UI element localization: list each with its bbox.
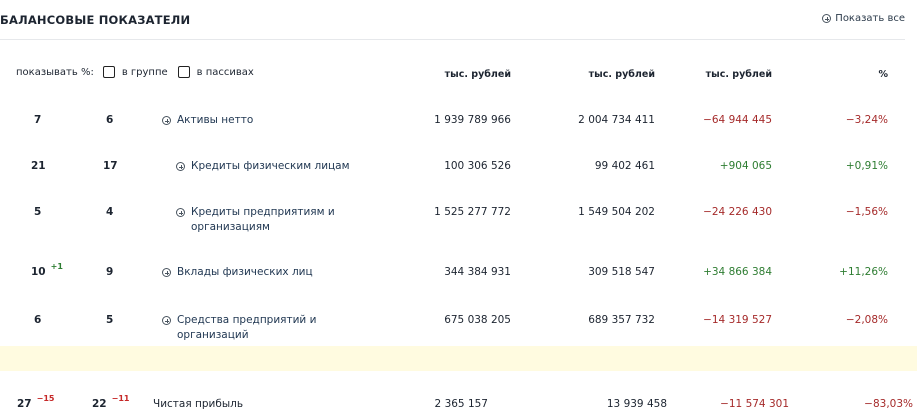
previous-value: 2 004 734 411 — [578, 114, 655, 126]
expand-icon[interactable] — [162, 268, 171, 277]
change-percent: +0,91% — [845, 160, 888, 172]
current-value: 1 939 789 966 — [434, 114, 511, 126]
rank-group: 17 — [103, 160, 118, 172]
rank-group: 22 −11 — [92, 394, 130, 410]
header-divider — [0, 39, 905, 40]
row-name-label: Чистая прибыль — [153, 398, 244, 410]
change-value: −14 319 527 — [703, 314, 772, 326]
change-percent: +11,26% — [839, 266, 888, 278]
row-name[interactable]: Кредиты физическим лицам — [176, 159, 396, 174]
in-liabilities-checkbox[interactable] — [177, 66, 190, 78]
rank-group: 9 — [106, 266, 114, 278]
show-all-link[interactable]: Показать все — [822, 13, 905, 24]
change-percent: −3,24% — [845, 114, 888, 126]
row-name-label: Вклады физических лиц — [177, 266, 313, 278]
section-title: БАЛАНСОВЫЕ ПОКАЗАТЕЛИ — [0, 13, 191, 27]
row-name[interactable]: Активы нетто — [162, 113, 362, 128]
change-value: −11 574 301 — [720, 398, 789, 410]
change-value: −24 226 430 — [703, 206, 772, 218]
rank-group: 4 — [106, 206, 114, 218]
rank-change-badge: +1 — [50, 262, 63, 271]
rank-change-badge: −15 — [36, 394, 55, 403]
row-name-label: Активы нетто — [177, 114, 254, 126]
expand-icon[interactable] — [162, 316, 171, 325]
expand-icon[interactable] — [162, 116, 171, 125]
expand-icon[interactable] — [176, 208, 185, 217]
in-group-label: в группе — [121, 66, 168, 78]
row-name-label: Средства предприятий и организаций — [177, 314, 317, 341]
column-header-current: тыс. рублей — [444, 69, 511, 80]
current-value: 2 365 157 — [434, 398, 488, 410]
filter-label: показывать %: — [16, 66, 94, 78]
change-percent: −83,03% — [864, 398, 913, 410]
current-value: 675 038 205 — [444, 314, 511, 326]
row-name[interactable]: Средства предприятий и организаций — [162, 313, 362, 343]
rank-overall: 6 — [34, 314, 42, 326]
previous-value: 309 518 547 — [588, 266, 655, 278]
previous-value: 689 357 732 — [588, 314, 655, 326]
percent-filter: показывать %: в группе в пассивах — [16, 66, 254, 78]
rank-overall: 27 −15 — [17, 394, 55, 410]
row-name[interactable]: Кредиты предприятиям и организациям — [176, 205, 376, 235]
change-percent: −2,08% — [845, 314, 888, 326]
current-value: 344 384 931 — [444, 266, 511, 278]
change-value: +904 065 — [719, 160, 772, 172]
rank-overall: 5 — [34, 206, 42, 218]
current-value: 1 525 277 772 — [434, 206, 511, 218]
expand-icon[interactable] — [176, 162, 185, 171]
row-name-label: Кредиты предприятиям и организациям — [191, 206, 335, 233]
change-value: −64 944 445 — [703, 114, 772, 126]
current-value: 100 306 526 — [444, 160, 511, 172]
in-group-checkbox[interactable] — [102, 66, 115, 78]
change-value: +34 866 384 — [703, 266, 772, 278]
row-name[interactable]: Вклады физических лиц — [162, 265, 382, 280]
rank-overall: 7 — [34, 114, 42, 126]
column-header-change: тыс. рублей — [705, 69, 772, 80]
rank-change-badge: −11 — [111, 394, 130, 403]
previous-value: 99 402 461 — [594, 160, 655, 172]
row-name-label: Кредиты физическим лицам — [191, 160, 350, 172]
previous-value: 1 549 504 202 — [578, 206, 655, 218]
show-all-label: Показать все — [835, 13, 905, 24]
column-header-previous: тыс. рублей — [588, 69, 655, 80]
rank-group: 6 — [106, 114, 114, 126]
previous-value: 13 939 458 — [606, 398, 667, 410]
change-percent: −1,56% — [845, 206, 888, 218]
in-liabilities-label: в пассивах — [196, 66, 254, 78]
rank-overall: 21 — [31, 160, 46, 172]
rank-overall: 10 +1 — [31, 262, 63, 278]
plus-circle-icon — [822, 14, 832, 23]
column-header-percent: % — [878, 69, 888, 80]
highlight-band — [0, 346, 917, 371]
rank-group: 5 — [106, 314, 114, 326]
